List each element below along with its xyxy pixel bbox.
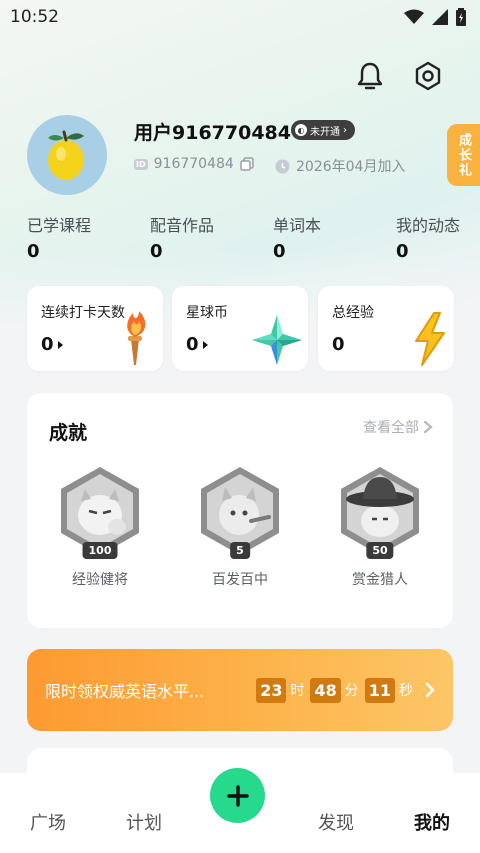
stat-label: 已学课程: [27, 216, 92, 235]
countdown-minutes: 48: [310, 677, 341, 703]
card-value: 0: [332, 334, 345, 355]
torch-icon: [127, 311, 146, 365]
caret-right-icon: [202, 340, 208, 349]
chevron-right-icon: ›: [343, 124, 347, 136]
caret-right-icon: [57, 340, 63, 349]
stat-value: 0: [150, 241, 163, 262]
total-exp-card[interactable]: 总经验 0: [318, 286, 454, 371]
stat-activity[interactable]: 我的动态 0: [396, 212, 480, 262]
vip-status-label: 未开通: [310, 126, 340, 138]
status-icons: [404, 8, 466, 26]
badge-level: 100: [82, 542, 118, 559]
tab-mine[interactable]: 我的: [384, 791, 480, 835]
card-value: 0: [41, 334, 54, 355]
promo-banner[interactable]: 限时领权威英语水平... 23 时 48 分 11 秒: [27, 649, 453, 731]
tab-discover[interactable]: 发现: [288, 791, 384, 835]
stat-dubbing[interactable]: 配音作品 0: [150, 212, 273, 262]
badge-level: 5: [230, 542, 250, 559]
join-date: 2026年04月加入: [296, 159, 406, 175]
settings-gear-icon[interactable]: [412, 60, 444, 92]
join-date-row: 2026年04月加入: [275, 156, 405, 176]
stat-courses[interactable]: 已学课程 0: [27, 212, 150, 262]
tab-plaza[interactable]: 广场: [0, 791, 96, 835]
view-all-link[interactable]: 查看全部: [363, 417, 433, 437]
countdown-timer: 23 时 48 分 11 秒: [256, 677, 415, 703]
badge-bounty-hunter[interactable]: 50 赏金猎人: [320, 465, 440, 589]
create-button[interactable]: [210, 768, 265, 823]
promo-text: 限时领权威英语水平...: [45, 682, 205, 701]
lightning-icon: [415, 312, 445, 366]
checkin-streak-card[interactable]: 连续打卡天数 0: [27, 286, 163, 371]
badge-label: 百发百中: [212, 572, 268, 588]
stat-value: 0: [27, 241, 40, 262]
badge-label: 赏金猎人: [352, 572, 408, 588]
growth-gift-tab[interactable]: 成长礼: [447, 124, 480, 186]
user-id-row: ID 916770484: [134, 156, 254, 172]
countdown-seconds: 11: [364, 677, 395, 703]
badge-experience-master[interactable]: 100 经验健将: [40, 465, 160, 589]
stat-label: 单词本: [273, 216, 322, 235]
stats-row: 已学课程 0 配音作品 0 单词本 0 我的动态 0: [27, 212, 480, 262]
battery-icon: [456, 8, 466, 26]
badge-medal: 5: [195, 465, 285, 559]
chevron-right-icon: [425, 682, 435, 698]
avatar[interactable]: [27, 115, 107, 195]
badge-label: 经验健将: [72, 572, 128, 588]
stat-label: 我的动态: [396, 216, 461, 235]
minutes-unit: 分: [344, 683, 359, 699]
vip-icon: ◐: [295, 124, 307, 136]
clock-icon: [275, 159, 290, 173]
stat-value: 0: [396, 241, 409, 262]
badge-sharpshooter[interactable]: 5 百发百中: [180, 465, 300, 589]
tab-plan[interactable]: 计划: [96, 791, 192, 835]
chevron-right-icon: [423, 420, 433, 434]
growth-tab-label: 成长礼: [456, 132, 471, 178]
achievements-card: 成就 查看全部 100 经验健将 5 百发百中 50 赏金猎人: [27, 393, 453, 628]
countdown-hours: 23: [256, 677, 287, 703]
status-time: 10:52: [10, 7, 59, 27]
hours-unit: 时: [290, 683, 305, 699]
copy-icon[interactable]: [240, 157, 254, 171]
planet-coins-card[interactable]: 星球币 0: [172, 286, 308, 371]
lemon-avatar-icon: [48, 130, 84, 180]
id-tag-icon: ID: [134, 158, 148, 170]
crystal-star-icon: [252, 315, 302, 365]
badge-medal: 100: [55, 465, 145, 559]
achievements-title: 成就: [49, 422, 88, 444]
card-value: 0: [186, 334, 199, 355]
status-bar: 10:52: [0, 0, 480, 34]
plus-icon: [226, 784, 249, 807]
seconds-unit: 秒: [399, 683, 413, 699]
badge-medal: 50: [335, 465, 425, 559]
signal-icon: [432, 9, 448, 25]
view-all-label: 查看全部: [363, 420, 419, 436]
top-actions: [354, 60, 444, 92]
stat-value: 0: [273, 241, 286, 262]
stat-wordbook[interactable]: 单词本 0: [273, 212, 396, 262]
badge-level: 50: [366, 542, 394, 559]
stat-label: 配音作品: [150, 216, 215, 235]
vip-status-badge[interactable]: ◐ 未开通 ›: [291, 120, 355, 140]
username: 用户916770484: [134, 122, 291, 144]
notification-bell-icon[interactable]: [354, 60, 386, 92]
wifi-icon: [404, 9, 424, 24]
user-id: 916770484: [153, 156, 234, 172]
